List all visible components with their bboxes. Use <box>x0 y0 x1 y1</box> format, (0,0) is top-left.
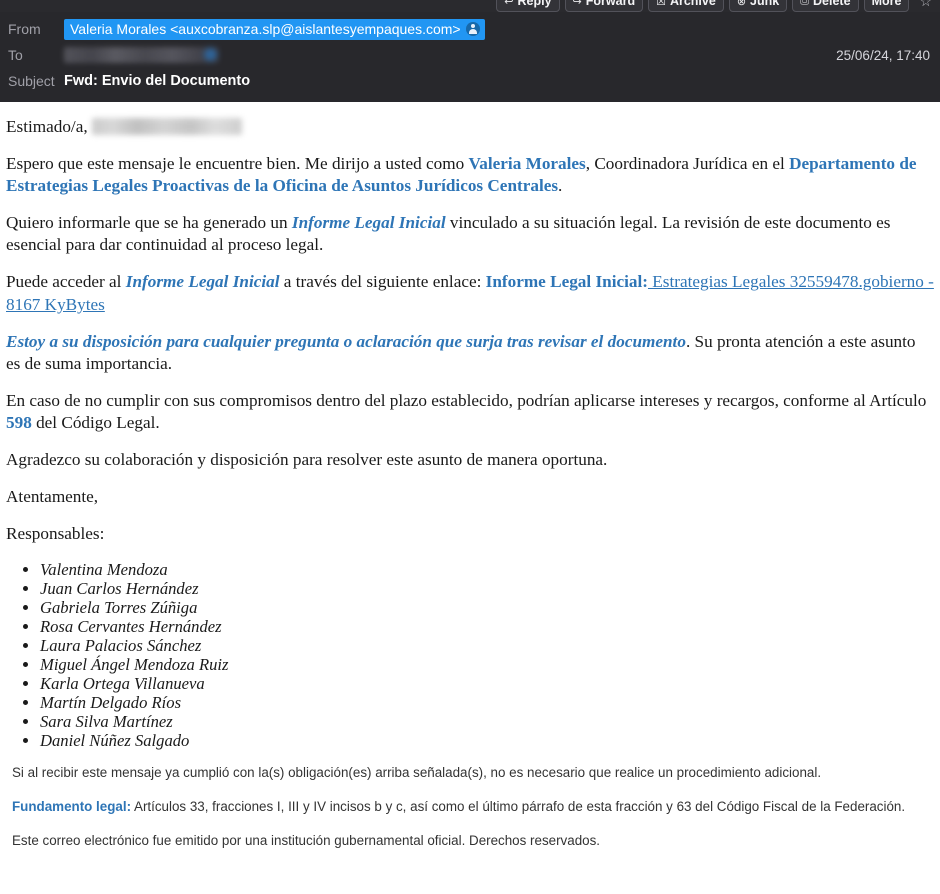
more-label: More <box>871 0 902 8</box>
list-item: Miguel Ángel Mendoza Ruiz <box>40 655 934 674</box>
to-address-redacted[interactable] <box>64 47 219 63</box>
more-button[interactable]: More <box>863 0 910 12</box>
attachment-link-label: Informe Legal Inicial: <box>485 272 648 292</box>
intro-text-3: . <box>558 176 563 196</box>
junk-label: Junk <box>750 0 780 8</box>
signoff-paragraph: Atentamente, <box>6 486 99 506</box>
list-item: Karla Ortega Villanueva <box>40 674 934 693</box>
footer-disclaimer: Este correo electrónico fue emitido por … <box>12 832 601 848</box>
penalty-text-2: del Código Legal. <box>31 413 160 433</box>
responsables-list: Valentina Mendoza Juan Carlos Hernández … <box>6 560 934 750</box>
junk-icon: ⊗ <box>736 0 747 8</box>
list-item: Valentina Mendoza <box>40 560 934 579</box>
penalty-paragraph: En caso de no cumplir con sus compromiso… <box>6 390 934 435</box>
intro-text-2: , Coordinadora Jurídica en el <box>585 153 790 173</box>
archive-icon: ☒ <box>656 0 666 8</box>
sender-name-highlight: Valeria Morales <box>468 153 586 173</box>
from-row: From Valeria Morales <auxcobranza.slp@ai… <box>0 16 940 42</box>
greeting-text: Estimado/a, <box>6 117 88 136</box>
from-address-pill[interactable]: Valeria Morales <auxcobranza.slp@aislant… <box>64 18 485 40</box>
delete-button[interactable]: ⎙ Delete <box>792 0 859 12</box>
document-notice-paragraph: Quiero informarle que se ha generado un … <box>6 212 934 257</box>
to-label: To <box>8 47 23 63</box>
article-number-highlight: 598 <box>6 413 32 433</box>
availability-paragraph: Estoy a su disposición para cualquier pr… <box>6 331 934 376</box>
message-date: 25/06/24, 17:40 <box>836 47 930 63</box>
subject-text: Fwd: Envio del Documento <box>64 73 251 89</box>
message-toolbar: ↩ Reply ↪ Forward ☒ Archive ⊗ Junk ⎙ Del… <box>0 0 940 12</box>
intro-text-1: Espero que este mensaje le encuentre bie… <box>6 153 469 173</box>
footer-legal-basis: Fundamento legal: Artículos 33, fraccion… <box>12 798 928 816</box>
from-label: From <box>8 21 41 37</box>
intro-paragraph: Espero que este mensaje le encuentre bie… <box>6 153 934 198</box>
delete-label: Delete <box>813 0 851 8</box>
availability-emphasis: Estoy a su disposición para cualquier pr… <box>6 331 686 351</box>
reply-button[interactable]: ↩ Reply <box>496 0 560 12</box>
greeting-paragraph: Estimado/a, <box>6 116 934 138</box>
list-item: Rosa Cervantes Hernández <box>40 617 934 636</box>
forward-icon: ↪ <box>572 0 582 8</box>
message-body: Estimado/a, Espero que este mensaje le e… <box>0 116 940 850</box>
archive-label: Archive <box>669 0 716 8</box>
footer-compliance-note: Si al recibir este mensaje ya cumplió co… <box>12 765 822 780</box>
list-item: Martín Delgado Ríos <box>40 693 934 712</box>
reply-label: Reply <box>517 0 552 8</box>
contact-avatar-icon <box>465 21 480 36</box>
contact-avatar-icon <box>204 48 217 61</box>
document-name-highlight-2: Informe Legal Inicial <box>125 272 280 292</box>
link-text-1: Puede acceder al <box>6 272 126 292</box>
subject-label: Subject <box>8 73 55 89</box>
penalty-text-1: En caso de no cumplir con sus compromiso… <box>6 390 927 410</box>
link-paragraph: Puede acceder al Informe Legal Inicial a… <box>6 271 934 316</box>
legal-basis-label: Fundamento legal: <box>12 798 132 814</box>
list-item: Gabriela Torres Zúñiga <box>40 598 934 617</box>
forward-label: Forward <box>585 0 636 8</box>
list-item: Daniel Núñez Salgado <box>40 731 934 750</box>
list-item: Juan Carlos Hernández <box>40 579 934 598</box>
subject-row: Subject Fwd: Envio del Documento <box>0 68 940 94</box>
thanks-paragraph: Agradezco su colaboración y disposición … <box>6 449 608 469</box>
responsables-heading: Responsables: <box>6 523 105 543</box>
to-row: To 25/06/24, 17:40 <box>0 42 940 68</box>
recipient-name-redacted <box>91 118 242 135</box>
list-item: Laura Palacios Sánchez <box>40 636 934 655</box>
link-text-2: a través del siguiente enlace: <box>279 272 486 292</box>
notice-text-1: Quiero informarle que se ha generado un <box>6 213 292 233</box>
forward-button[interactable]: ↪ Forward <box>564 0 644 12</box>
message-footer: Si al recibir este mensaje ya cumplió co… <box>6 764 934 850</box>
junk-button[interactable]: ⊗ Junk <box>728 0 788 12</box>
legal-basis-text: Artículos 33, fracciones I, III y IV inc… <box>131 798 906 814</box>
reply-icon: ↩ <box>504 0 514 8</box>
list-item: Sara Silva Martínez <box>40 712 934 731</box>
archive-button[interactable]: ☒ Archive <box>648 0 724 12</box>
message-header: From Valeria Morales <auxcobranza.slp@ai… <box>0 12 940 102</box>
document-name-highlight: Informe Legal Inicial <box>291 213 446 233</box>
trash-icon: ⎙ <box>800 0 810 7</box>
from-address-text: Valeria Morales <auxcobranza.slp@aislant… <box>70 20 461 37</box>
star-icon[interactable]: ☆ <box>919 0 932 8</box>
